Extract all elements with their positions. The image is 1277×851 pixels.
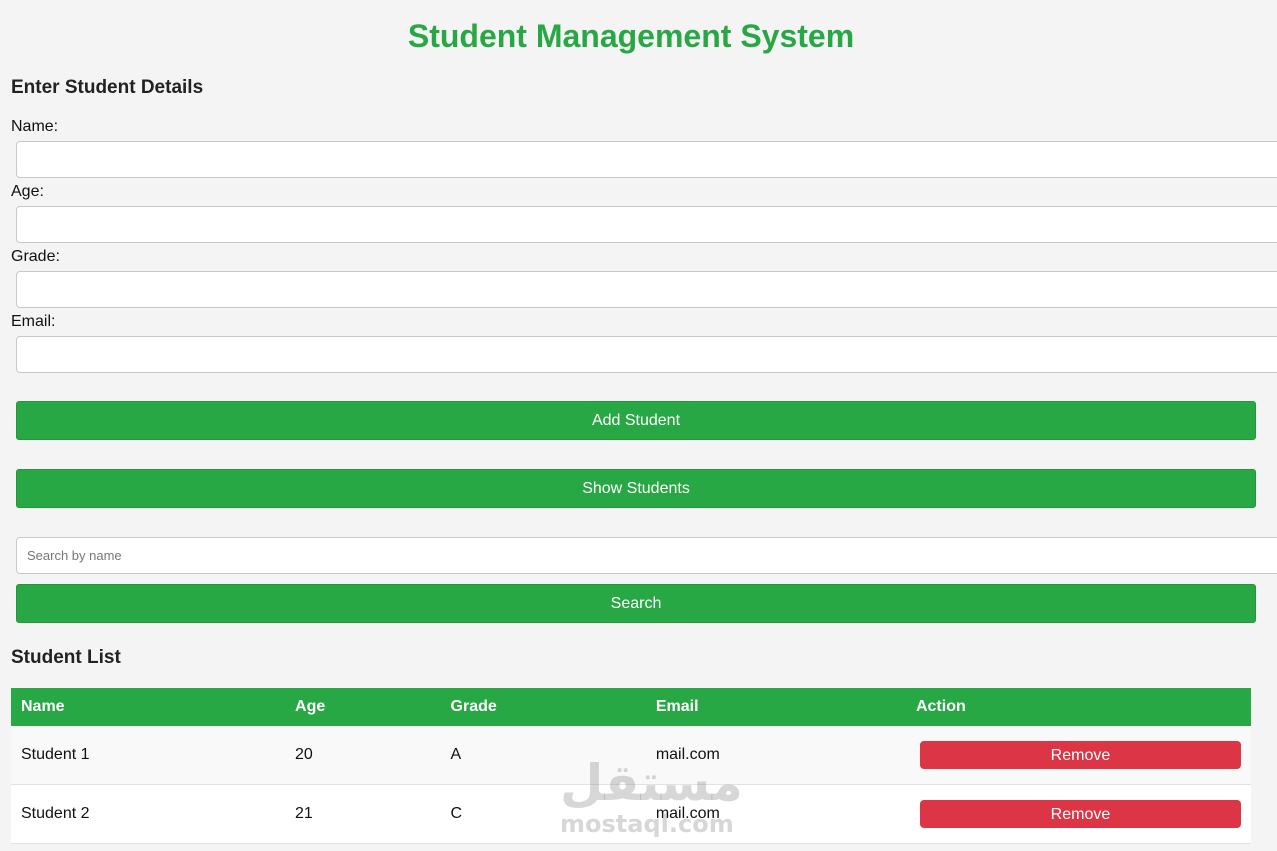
cell-age: 21 [285, 784, 441, 844]
cell-grade: C [440, 784, 646, 844]
table-row: Student 1 20 A mail.com Remove [11, 726, 1251, 785]
cell-name: Student 1 [11, 726, 286, 785]
table-header-row: Name Age Grade Email Action [11, 688, 1251, 726]
column-header-email: Email [645, 688, 906, 726]
student-table: Name Age Grade Email Action Student 1 20… [11, 688, 1251, 844]
show-students-button[interactable]: Show Students [16, 469, 1256, 508]
search-input[interactable] [16, 537, 1277, 574]
email-label: Email: [11, 313, 56, 330]
remove-button[interactable]: Remove [919, 741, 1241, 769]
grade-input[interactable] [16, 271, 1277, 308]
page-title: Student Management System [407, 18, 855, 54]
age-input[interactable] [16, 206, 1277, 243]
column-header-age: Age [285, 688, 441, 726]
table-row: Student 2 21 C mail.com Remove [11, 784, 1251, 844]
name-label: Name: [11, 118, 59, 135]
form-heading: Enter Student Details [11, 77, 204, 98]
cell-action: Remove [905, 784, 1251, 844]
cell-name: Student 2 [11, 784, 286, 844]
grade-label: Grade: [11, 248, 60, 265]
column-header-action: Action [905, 688, 1251, 726]
cell-action: Remove [905, 726, 1251, 785]
search-button[interactable]: Search [16, 584, 1256, 623]
column-header-name: Name [11, 688, 286, 726]
add-student-button[interactable]: Add Student [16, 401, 1256, 440]
remove-button[interactable]: Remove [919, 800, 1241, 828]
cell-grade: A [440, 726, 646, 785]
age-label: Age: [11, 183, 44, 200]
cell-age: 20 [285, 726, 441, 785]
cell-email: mail.com [645, 784, 906, 844]
email-input[interactable] [16, 336, 1277, 373]
student-list-heading: Student List [11, 647, 121, 668]
name-input[interactable] [16, 141, 1277, 178]
column-header-grade: Grade [440, 688, 646, 726]
cell-email: mail.com [645, 726, 906, 785]
